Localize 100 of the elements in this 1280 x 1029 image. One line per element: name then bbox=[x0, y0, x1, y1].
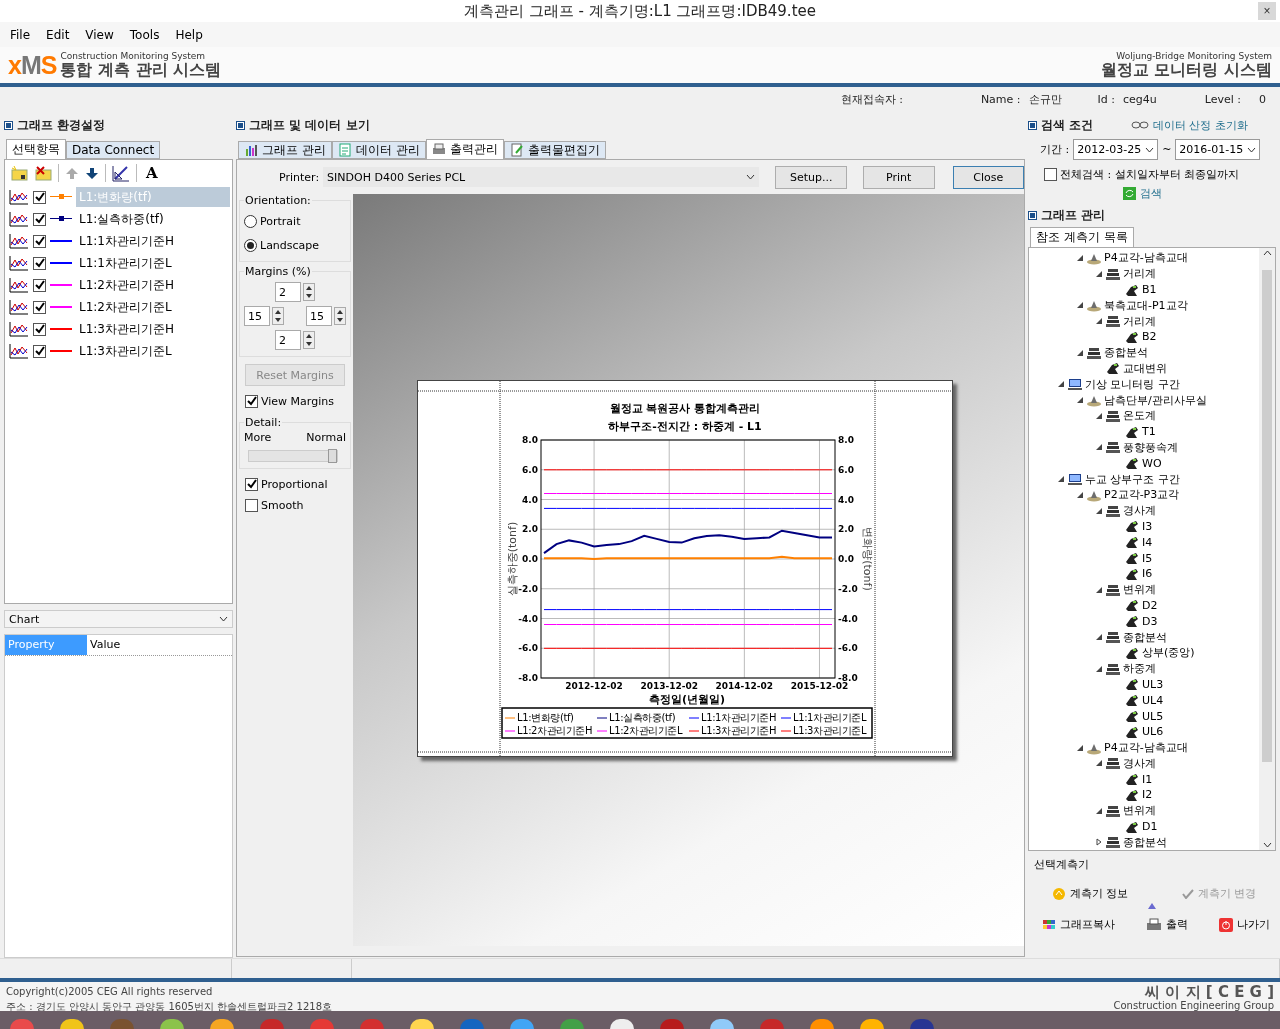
series-item[interactable]: L1:2차관리기준H bbox=[76, 275, 230, 295]
expand-arrow-icon[interactable] bbox=[1076, 348, 1084, 357]
tab[interactable]: 출력물편집기 bbox=[503, 141, 606, 159]
caret-down-icon[interactable] bbox=[1247, 146, 1257, 153]
spin-buttons[interactable] bbox=[272, 307, 284, 325]
menu-item[interactable]: File bbox=[4, 25, 37, 44]
tree-item[interactable]: 거리계 bbox=[1123, 266, 1156, 282]
close-button[interactable]: × bbox=[1258, 2, 1276, 20]
radio-button[interactable] bbox=[244, 214, 257, 228]
taskbar-icon[interactable] bbox=[160, 1019, 184, 1029]
checkbox[interactable] bbox=[245, 477, 258, 491]
expand-arrow-icon[interactable] bbox=[1057, 380, 1065, 389]
reset-data-link[interactable]: 데이터 산정 초기화 bbox=[1131, 117, 1248, 133]
tree-item[interactable]: I6 bbox=[1142, 567, 1153, 581]
series-item[interactable]: L1:1차관리기준H bbox=[76, 231, 230, 251]
series-item[interactable]: L1:1차관리기준L bbox=[76, 253, 230, 273]
tab[interactable]: 그래프 관리 bbox=[238, 141, 332, 159]
checkbox[interactable] bbox=[33, 278, 46, 292]
tree-item[interactable]: I2 bbox=[1142, 788, 1153, 802]
tree-item[interactable]: I1 bbox=[1142, 772, 1153, 786]
checkbox[interactable] bbox=[33, 322, 46, 336]
tree-item[interactable]: D3 bbox=[1142, 614, 1158, 628]
tree-item[interactable]: WO bbox=[1142, 456, 1162, 470]
dialog-button[interactable]: Print bbox=[863, 165, 935, 189]
checkbox[interactable] bbox=[33, 190, 46, 204]
tree-item[interactable]: P4교각-남측교대 bbox=[1104, 740, 1188, 756]
checkbox[interactable] bbox=[33, 256, 46, 270]
scrollbar[interactable] bbox=[1259, 248, 1275, 850]
dialog-button[interactable]: Close bbox=[952, 165, 1024, 189]
tree-item[interactable]: 풍향풍속계 bbox=[1123, 439, 1178, 455]
date-picker[interactable]: 2016-01-15 bbox=[1175, 139, 1261, 160]
slider-thumb[interactable] bbox=[328, 449, 337, 463]
tab[interactable]: 참조 계측기 목록 bbox=[1030, 227, 1134, 247]
taskbar-icon[interactable] bbox=[410, 1019, 434, 1029]
tree-item[interactable]: D1 bbox=[1142, 820, 1158, 834]
tree-item[interactable]: 경사계 bbox=[1123, 755, 1156, 771]
expand-arrow-icon[interactable] bbox=[1095, 269, 1103, 278]
spin-down-icon[interactable] bbox=[306, 294, 312, 298]
checkbox[interactable] bbox=[245, 394, 258, 408]
expand-arrow-icon[interactable] bbox=[1076, 301, 1084, 310]
tree-item[interactable]: 상부(중앙) bbox=[1142, 645, 1195, 661]
series-item[interactable]: L1:실측하중(tf) bbox=[76, 209, 230, 229]
expand-arrow-icon[interactable] bbox=[1076, 743, 1084, 752]
expand-arrow-icon[interactable] bbox=[1095, 806, 1103, 815]
spin-up-icon[interactable] bbox=[275, 310, 281, 314]
spin-buttons[interactable] bbox=[303, 283, 315, 301]
number-field[interactable]: 15 bbox=[306, 306, 332, 326]
number-field[interactable]: 15 bbox=[244, 306, 270, 326]
caret-down-icon[interactable] bbox=[219, 616, 228, 622]
tree-item[interactable]: 하중계 bbox=[1123, 661, 1156, 677]
tree-item[interactable]: D2 bbox=[1142, 598, 1158, 612]
chart-dropdown[interactable]: Chart bbox=[4, 610, 233, 628]
taskbar-icon[interactable] bbox=[610, 1019, 634, 1029]
expand-arrow-icon[interactable] bbox=[1095, 411, 1103, 420]
expand-arrow-icon[interactable] bbox=[1095, 633, 1103, 641]
tab[interactable]: 데이터 관리 bbox=[331, 141, 426, 159]
tree-item[interactable]: 온도계 bbox=[1123, 408, 1156, 424]
action-button[interactable]: 출력 bbox=[1146, 917, 1188, 932]
series-item[interactable]: L1:3차관리기준H bbox=[76, 319, 230, 339]
tree-item[interactable]: 교대변위 bbox=[1123, 360, 1167, 376]
expand-arrow-icon[interactable] bbox=[1095, 585, 1103, 594]
spin-up-icon[interactable] bbox=[306, 286, 312, 290]
tree-item[interactable]: 기상 모니터링 구간 bbox=[1085, 376, 1180, 392]
tab[interactable]: 출력관리 bbox=[425, 139, 504, 159]
taskbar-icon[interactable] bbox=[810, 1019, 834, 1029]
expand-arrow-icon[interactable] bbox=[1076, 396, 1084, 405]
tree-item[interactable]: P4교각-남측교대 bbox=[1104, 250, 1188, 266]
caret-down-icon[interactable] bbox=[1145, 146, 1155, 153]
checkbox[interactable] bbox=[245, 498, 258, 512]
tree-item[interactable]: 경사계 bbox=[1123, 503, 1156, 519]
number-field[interactable]: 2 bbox=[275, 282, 301, 302]
spin-buttons[interactable] bbox=[334, 307, 346, 325]
expand-arrow-icon[interactable] bbox=[1076, 253, 1084, 262]
expand-arrow-icon[interactable] bbox=[1076, 490, 1084, 499]
taskbar-icon[interactable] bbox=[60, 1019, 84, 1029]
tree-item[interactable]: 종합분석 bbox=[1123, 629, 1167, 645]
tree-item[interactable]: 변위계 bbox=[1123, 803, 1156, 819]
spin-down-icon[interactable] bbox=[275, 318, 281, 322]
checkbox[interactable] bbox=[33, 234, 46, 248]
tree-item[interactable]: T1 bbox=[1142, 425, 1156, 439]
tab[interactable]: 선택항목 bbox=[6, 139, 66, 159]
tree-item[interactable]: B1 bbox=[1142, 283, 1157, 296]
dialog-button[interactable]: Setup... bbox=[775, 165, 847, 189]
tree-item[interactable]: 거리계 bbox=[1123, 313, 1156, 329]
caret-down-icon[interactable] bbox=[746, 174, 756, 180]
caret-down-icon[interactable] bbox=[1262, 842, 1272, 848]
tree-item[interactable]: UL5 bbox=[1142, 709, 1164, 723]
tree-item[interactable]: UL4 bbox=[1142, 693, 1164, 707]
tree-item[interactable]: 변위계 bbox=[1123, 582, 1156, 598]
checkbox[interactable] bbox=[33, 300, 46, 314]
caret-up-icon[interactable] bbox=[1262, 250, 1272, 256]
checkbox[interactable] bbox=[33, 344, 46, 358]
tree-item[interactable]: I4 bbox=[1142, 535, 1153, 549]
collapse-arrow-icon[interactable] bbox=[1148, 903, 1156, 909]
expand-arrow-icon[interactable] bbox=[1095, 506, 1103, 515]
series-item[interactable]: L1:2차관리기준L bbox=[76, 297, 230, 317]
taskbar-icon[interactable] bbox=[210, 1019, 234, 1029]
expand-arrow-icon[interactable] bbox=[1095, 838, 1103, 847]
series-item[interactable]: L1:3차관리기준L bbox=[76, 341, 230, 361]
tree-item[interactable]: 남측단부/관리사무실 bbox=[1104, 392, 1207, 408]
